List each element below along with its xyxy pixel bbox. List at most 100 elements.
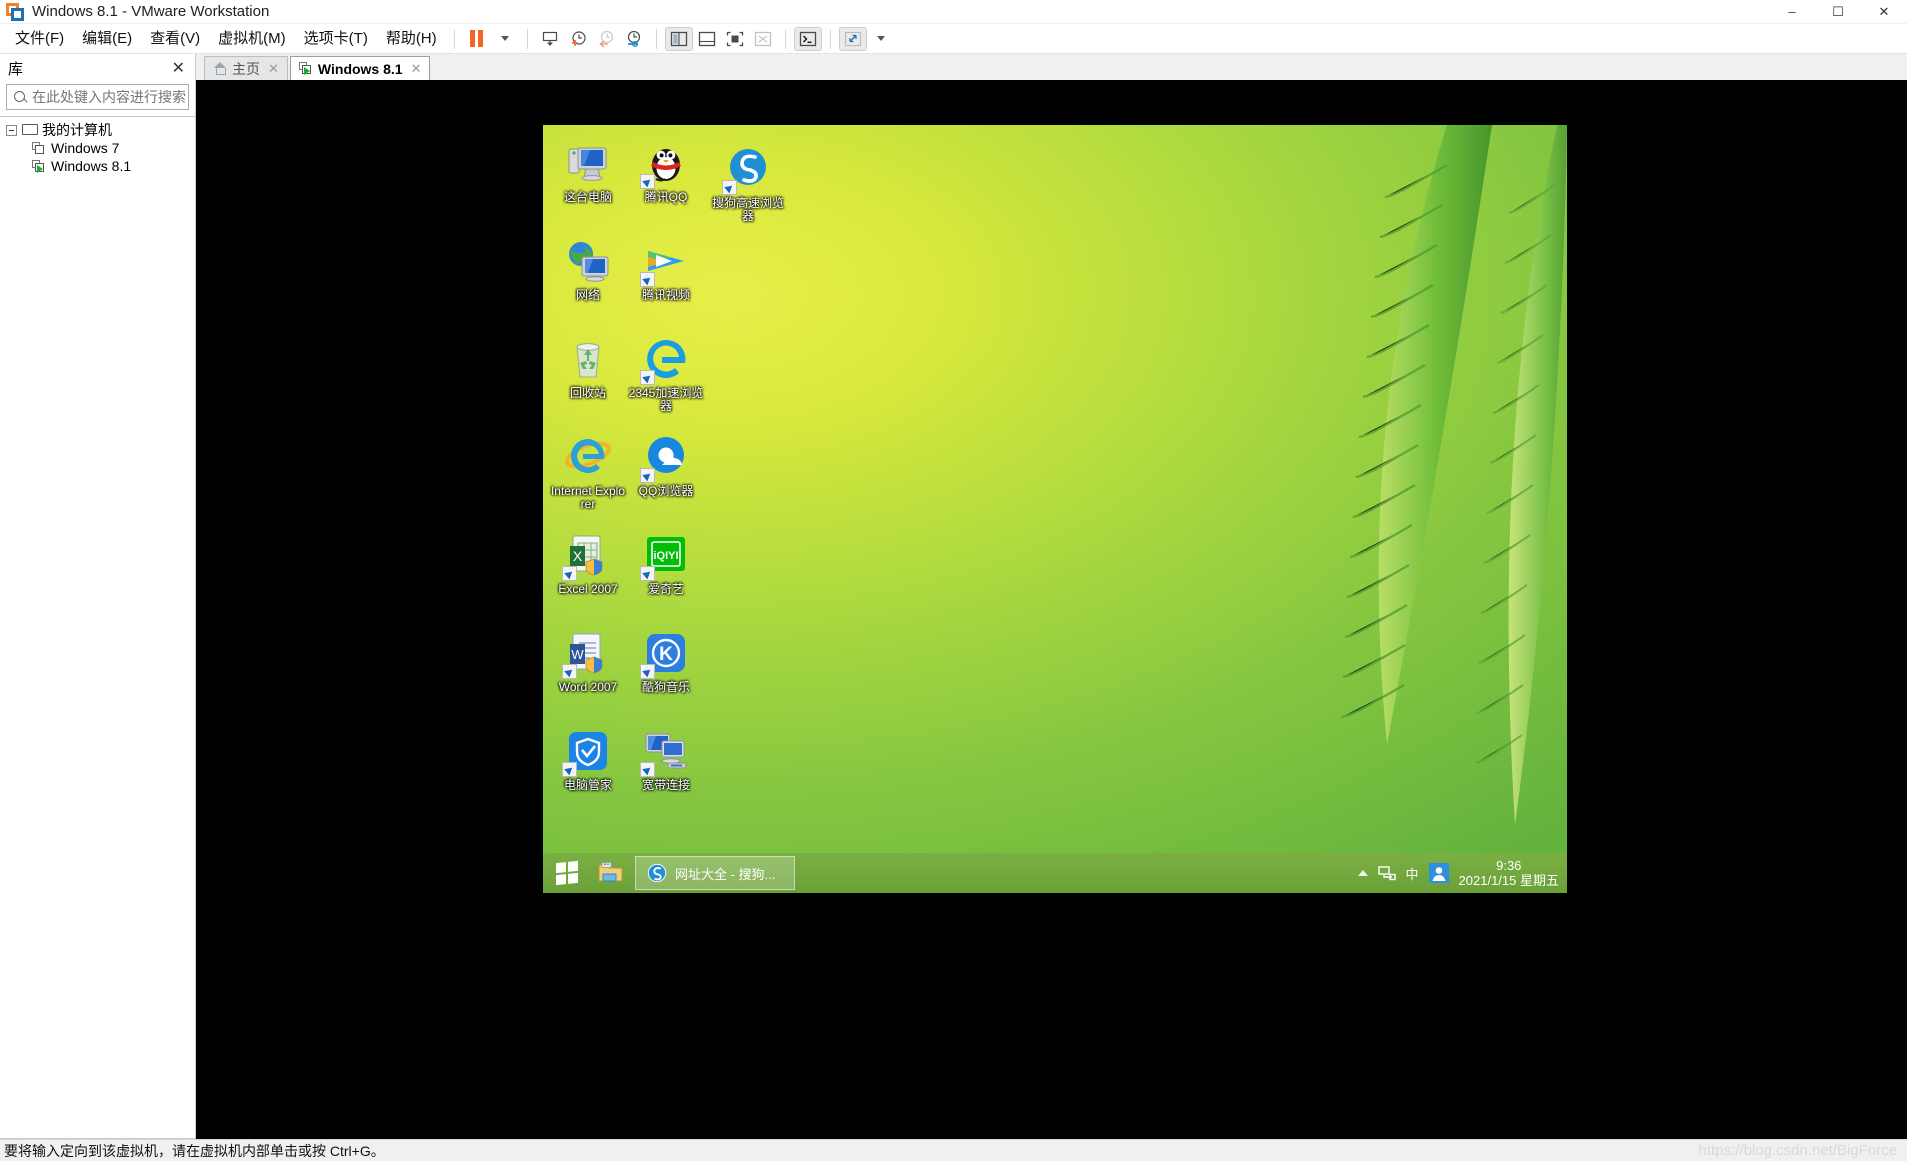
shortcut-overlay-icon bbox=[722, 180, 737, 195]
expand-arrows-icon bbox=[844, 31, 861, 46]
window-title: Windows 8.1 - VMware Workstation bbox=[32, 3, 270, 20]
desktop-icon-this-pc[interactable]: 这台电脑 bbox=[549, 133, 627, 231]
start-button[interactable] bbox=[543, 853, 591, 893]
recycle-bin-icon bbox=[564, 335, 612, 383]
sidebar-item-windows-81[interactable]: Windows 8.1 bbox=[0, 157, 195, 175]
tree-label-my-computer: 我的计算机 bbox=[42, 122, 112, 138]
tab-windows-81[interactable]: Windows 8.1 ✕ bbox=[289, 56, 431, 80]
desktop-icon-iqiyi[interactable]: iQIYI 爱奇艺 bbox=[627, 525, 705, 623]
suspend-button[interactable] bbox=[463, 27, 491, 51]
menu-file[interactable]: 文件(F) bbox=[6, 27, 73, 51]
qq-avatar-icon[interactable] bbox=[1428, 863, 1449, 883]
desktop-icon-label: 腾讯视频 bbox=[641, 288, 690, 302]
console-area: 主页 ✕ Windows 8.1 ✕ 这台电脑 腾讯QQ 网络 腾讯视频 回收站… bbox=[196, 54, 1907, 1139]
chevron-down-icon bbox=[500, 36, 509, 41]
desktop-icon-pc-manager[interactable]: 电脑管家 bbox=[549, 721, 627, 819]
vm-stage[interactable]: 这台电脑 腾讯QQ 网络 腾讯视频 回收站 2345加速浏览器 Internet… bbox=[196, 80, 1907, 1139]
menu-view[interactable]: 查看(V) bbox=[141, 27, 209, 51]
fullscreen-button[interactable] bbox=[838, 26, 867, 51]
sogou-browser-icon bbox=[722, 145, 772, 195]
tab-home[interactable]: 主页 ✕ bbox=[204, 56, 288, 80]
kugou-music-icon: K bbox=[640, 629, 690, 679]
menu-vm[interactable]: 虚拟机(M) bbox=[209, 27, 295, 51]
show-thumbnails-button[interactable] bbox=[693, 27, 721, 51]
search-icon bbox=[13, 90, 28, 105]
tab-close-icon[interactable]: ✕ bbox=[268, 61, 279, 77]
collapse-icon[interactable] bbox=[6, 124, 17, 136]
chevron-up-icon[interactable] bbox=[1357, 870, 1368, 876]
iqiyi-icon: iQIYI bbox=[640, 531, 690, 581]
watermark-text: https://blog.csdn.net/BigForce bbox=[1698, 1142, 1897, 1159]
desktop-icon-qq-browser[interactable]: QQ浏览器 bbox=[627, 427, 705, 525]
desktop-icon-label: 网络 bbox=[575, 288, 600, 302]
fit-guest-button[interactable] bbox=[749, 27, 777, 51]
show-console-view-button[interactable] bbox=[721, 27, 749, 51]
title-bar: Windows 8.1 - VMware Workstation – ☐ ✕ bbox=[0, 0, 1907, 24]
close-icon[interactable]: ✕ bbox=[168, 58, 189, 78]
revert-snapshot-button[interactable] bbox=[592, 27, 620, 51]
manage-snapshots-button[interactable] bbox=[620, 27, 648, 51]
console-button[interactable] bbox=[793, 26, 822, 51]
clock-back-icon bbox=[598, 30, 613, 48]
desktop-icon-label: 回收站 bbox=[569, 386, 606, 400]
fullscreen-dropdown[interactable] bbox=[867, 27, 895, 51]
shortcut-overlay-icon bbox=[640, 370, 655, 385]
menu-tabs[interactable]: 选项卡(T) bbox=[295, 27, 377, 51]
guest-desktop[interactable]: 这台电脑 腾讯QQ 网络 腾讯视频 回收站 2345加速浏览器 Internet… bbox=[543, 125, 1567, 893]
shortcut-overlay-icon bbox=[640, 272, 655, 287]
show-library-button[interactable] bbox=[664, 26, 693, 51]
desktop-icon-network[interactable]: 网络 bbox=[549, 231, 627, 329]
pause-icon bbox=[470, 30, 484, 47]
vm-running-icon bbox=[298, 62, 313, 75]
window-controls: – ☐ ✕ bbox=[1769, 0, 1907, 24]
menu-edit[interactable]: 编辑(E) bbox=[73, 27, 141, 51]
tab-windows-81-label: Windows 8.1 bbox=[317, 60, 403, 77]
tab-close-icon[interactable]: ✕ bbox=[411, 61, 422, 77]
library-search[interactable] bbox=[6, 84, 223, 110]
snapshot-icon bbox=[542, 31, 557, 46]
this-pc-icon bbox=[564, 139, 612, 187]
menu-help[interactable]: 帮助(H) bbox=[377, 27, 446, 51]
take-snapshot-button[interactable] bbox=[564, 27, 592, 51]
sidebar-item-windows-7[interactable]: Windows 7 bbox=[0, 139, 195, 157]
clock-time: 9:36 bbox=[1496, 858, 1522, 873]
qq-penguin-icon bbox=[640, 139, 690, 189]
desktop-icon-tencent-qq[interactable]: 腾讯QQ bbox=[627, 133, 705, 231]
power-dropdown[interactable] bbox=[491, 27, 519, 51]
shortcut-overlay-icon bbox=[562, 664, 577, 679]
desktop-icon-2345-browser[interactable]: 2345加速浏览器 bbox=[627, 329, 705, 427]
desktop-icon-recycle-bin[interactable]: 回收站 bbox=[549, 329, 627, 427]
shortcut-overlay-icon bbox=[640, 468, 655, 483]
snapshot-button[interactable] bbox=[536, 27, 564, 51]
sidebar-panel-icon bbox=[670, 31, 687, 46]
word-icon: W bbox=[562, 629, 612, 679]
desktop-icon-tencent-video[interactable]: 腾讯视频 bbox=[627, 231, 705, 329]
desktop-icon-word-2007[interactable]: W Word 2007 bbox=[549, 623, 627, 721]
ime-indicator[interactable]: 中 bbox=[1406, 864, 1419, 883]
desktop-icon-kugou-music[interactable]: K 酷狗音乐 bbox=[627, 623, 705, 721]
tree-label-windows-81: Windows 8.1 bbox=[51, 158, 132, 174]
minimize-button[interactable]: – bbox=[1769, 0, 1815, 24]
folder-icon bbox=[598, 862, 623, 882]
taskbar-clock[interactable]: 9:36 2021/1/15 星期五 bbox=[1459, 858, 1559, 888]
shortcut-overlay-icon bbox=[640, 664, 655, 679]
taskbar-task-sogou[interactable]: 网址大全 - 搜狗... bbox=[635, 856, 795, 890]
desktop-icon-sogou-browser[interactable]: 搜狗高速浏览器 bbox=[709, 139, 787, 223]
taskbar-file-explorer[interactable] bbox=[591, 853, 631, 893]
close-button[interactable]: ✕ bbox=[1861, 0, 1907, 24]
clock-plus-icon bbox=[571, 30, 586, 46]
toolbar-divider-2 bbox=[526, 28, 528, 49]
network-tray-icon[interactable] bbox=[1377, 865, 1396, 881]
fit-window-icon bbox=[754, 31, 771, 46]
console-frame-icon bbox=[726, 31, 743, 46]
svg-text:W: W bbox=[571, 647, 584, 662]
desktop-icon-broadband-connection[interactable]: 宽带连接 bbox=[627, 721, 705, 819]
desktop-icon-grid: 这台电脑 腾讯QQ 网络 腾讯视频 回收站 2345加速浏览器 Internet… bbox=[549, 133, 809, 819]
desktop-icon-excel-2007[interactable]: X Excel 2007 bbox=[549, 525, 627, 623]
desktop-icon-label: Internet Explorer bbox=[550, 484, 626, 511]
search-input[interactable] bbox=[32, 89, 213, 105]
maximize-button[interactable]: ☐ bbox=[1815, 0, 1861, 24]
tree-node-my-computer[interactable]: 我的计算机 bbox=[0, 121, 195, 139]
desktop-icon-internet-explorer[interactable]: Internet Explorer bbox=[549, 427, 627, 525]
system-tray: 中 9:36 2021/1/15 星期五 bbox=[1357, 858, 1567, 888]
